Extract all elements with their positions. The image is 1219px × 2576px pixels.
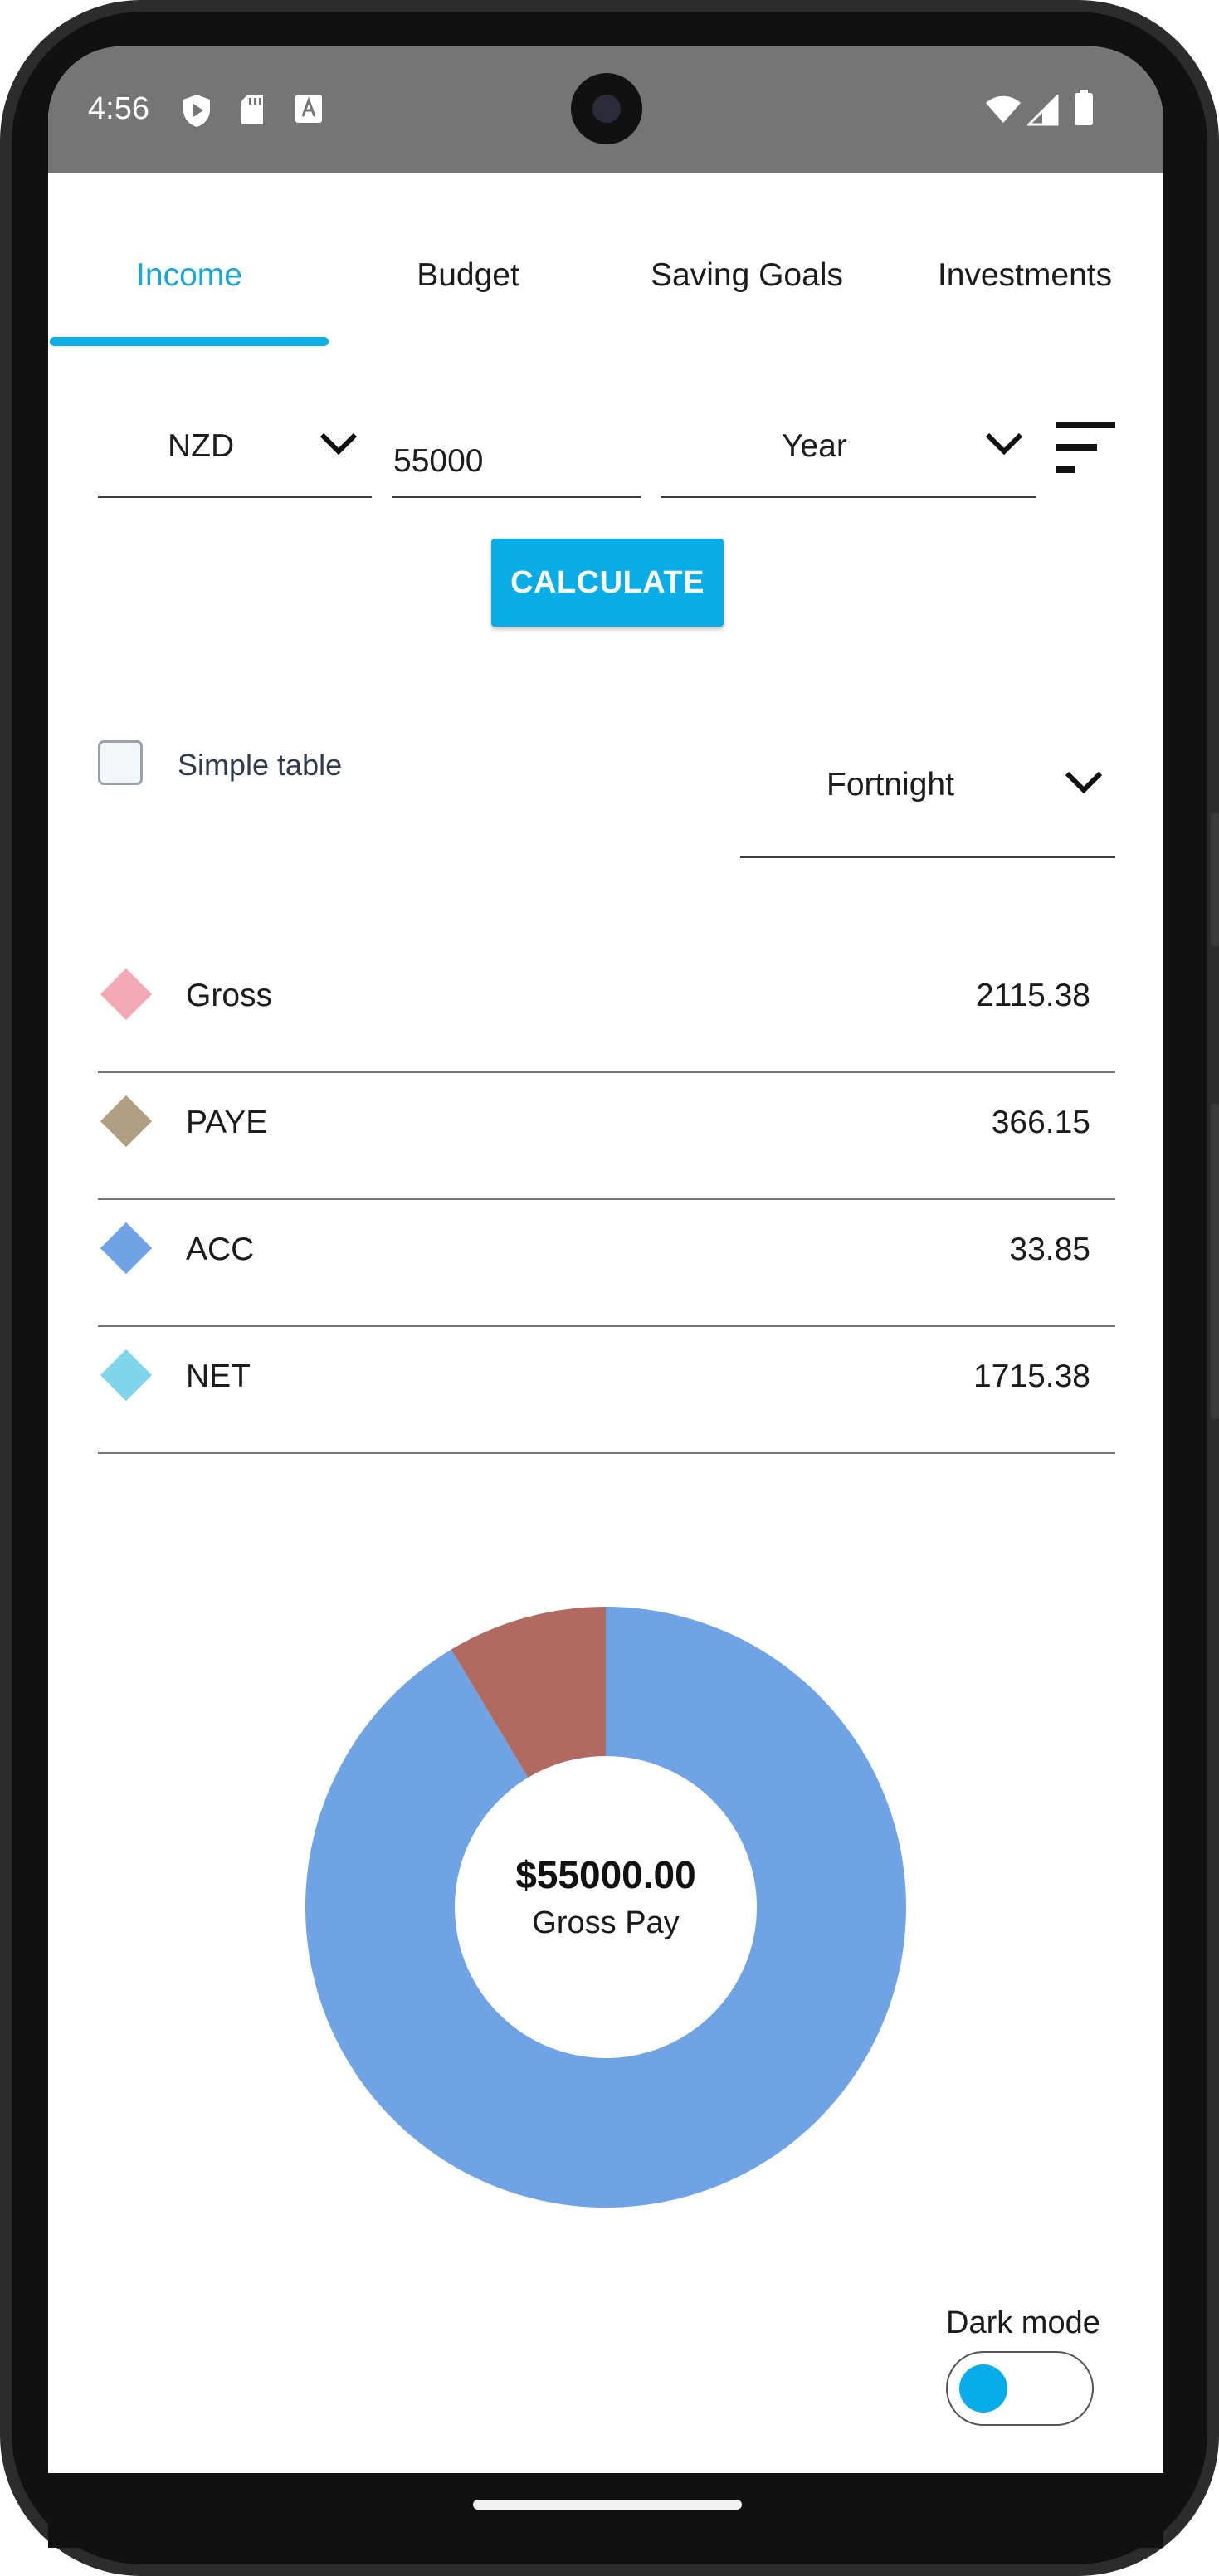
sort-lines-icon[interactable] [1056,422,1115,476]
gross-pay-donut-chart: $55000.00 Gross Pay [305,1607,906,2208]
navigation-bar [48,2473,1163,2548]
volume-button [1211,1104,1219,1419]
keyboard-a-icon [295,95,322,123]
battery-icon [1075,90,1093,125]
period-select[interactable]: Year [661,412,1036,500]
status-time: 4:56 [88,91,149,126]
donut-center-amount: $55000.00 [515,1853,696,1896]
tab-budget[interactable]: Budget [329,257,607,307]
tab-investments[interactable]: Investments [886,257,1163,307]
simple-table-checkbox[interactable] [98,740,143,785]
donut-center-label: Gross Pay [532,1905,680,1940]
tab-bar: Income Budget Saving Goals Investments [48,173,1163,352]
chevron-down-icon [1065,771,1103,794]
net-diamond-icon [100,1349,153,1402]
view-period-value: Fortnight [826,767,954,803]
amount-underline [392,496,641,498]
breakdown-row-acc: ACC 33.85 [98,1200,1115,1327]
amount-value: 55000 [393,443,484,479]
row-label: PAYE [186,1105,268,1140]
row-value: 2115.38 [975,978,1090,1013]
tab-income[interactable]: Income [50,257,329,307]
home-indicator[interactable] [473,2500,742,2510]
row-value: 33.85 [1009,1232,1090,1267]
dark-mode-toggle[interactable] [946,2351,1094,2426]
breakdown-row-gross: Gross 2115.38 [98,946,1115,1073]
front-camera [571,73,642,144]
app-screen: 4:56 Income Budget Saving Goals Investme… [48,46,1163,2473]
row-label: ACC [186,1232,255,1267]
period-underline [661,496,1036,498]
amount-input[interactable]: 55000 [392,412,641,500]
view-period-underline [740,856,1115,858]
chevron-down-icon [985,432,1023,456]
currency-select[interactable]: NZD [98,412,372,500]
gross-diamond-icon [100,968,153,1021]
power-button [1211,813,1219,946]
toggle-knob[interactable] [959,2364,1007,2413]
paye-diamond-icon [100,1095,153,1148]
row-value: 366.15 [991,1105,1090,1140]
shield-play-icon [183,95,210,127]
tab-saving-goals[interactable]: Saving Goals [607,257,886,307]
breakdown-row-paye: PAYE 366.15 [98,1073,1115,1200]
dark-mode-label: Dark mode [946,2305,1100,2340]
chevron-down-icon [319,432,358,456]
breakdown-row-net: NET 1715.38 [98,1327,1115,1454]
currency-underline [98,496,372,498]
period-value: Year [782,428,847,464]
acc-diamond-icon [100,1222,153,1275]
calculate-button[interactable]: CALCULATE [491,539,724,627]
status-bar: 4:56 [48,46,1163,173]
row-value: 1715.38 [973,1359,1090,1394]
sd-card-icon [241,95,263,124]
simple-table-label: Simple table [178,748,343,782]
row-divider [98,1452,1115,1454]
row-label: Gross [186,978,273,1013]
row-label: NET [186,1359,251,1394]
signal-icon [1027,95,1059,126]
currency-value: NZD [168,428,235,464]
view-period-select[interactable]: Fortnight [740,757,1115,860]
wifi-icon [986,95,1021,123]
tab-indicator [50,337,329,346]
